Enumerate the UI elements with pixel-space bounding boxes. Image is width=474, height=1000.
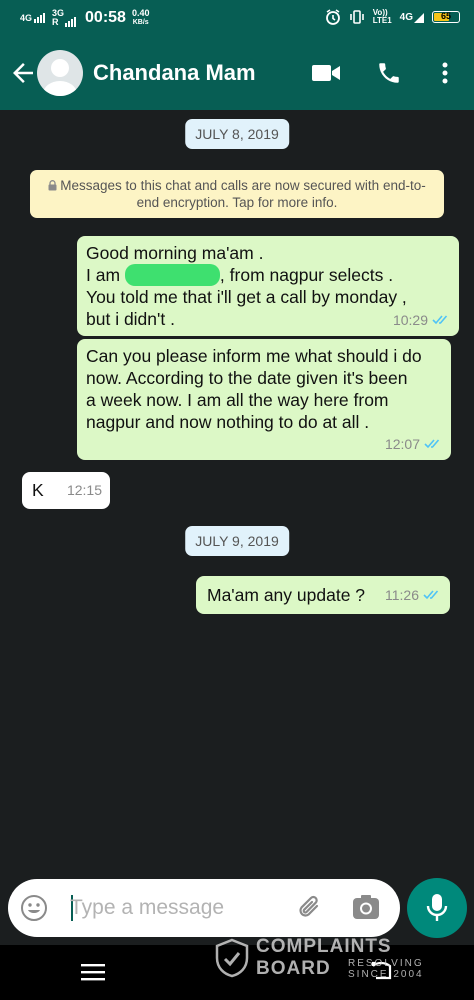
- encryption-notice[interactable]: Messages to this chat and calls are now …: [30, 170, 444, 218]
- message-bubble-outgoing[interactable]: Ma'am any update ? 11:26: [196, 576, 450, 614]
- back-arrow-icon[interactable]: [8, 58, 38, 88]
- redaction-blur: [124, 264, 220, 286]
- speed-unit: KB/s: [132, 19, 149, 26]
- network-label: 4G: [20, 13, 33, 23]
- message-line: I am , from nagpur selects .: [86, 264, 450, 286]
- message-meta: 12:07: [385, 433, 442, 455]
- chat-area[interactable]: JULY 8, 2019 Messages to this chat and c…: [0, 110, 474, 880]
- message-meta: 10:29: [393, 309, 450, 331]
- default-avatar-icon: [43, 59, 77, 96]
- message-text: I am: [86, 265, 121, 285]
- signal-icon-right: [414, 12, 424, 23]
- message-input[interactable]: Type a message: [70, 896, 224, 920]
- message-text: Ma'am any update ?: [207, 585, 366, 605]
- battery-level: 65: [440, 11, 451, 21]
- message-composer[interactable]: Type a message: [8, 879, 400, 937]
- message-line: now. According to the date given it's be…: [86, 368, 408, 388]
- message-bubble-outgoing[interactable]: Can you please inform me what should i d…: [77, 339, 451, 460]
- more-vert-icon[interactable]: [428, 56, 462, 90]
- message-bubble-incoming[interactable]: K 12:15: [22, 472, 110, 509]
- alarm-icon: [325, 9, 340, 25]
- encryption-notice-text: Messages to this chat and calls are now …: [60, 178, 426, 210]
- menu-icon[interactable]: [81, 963, 105, 986]
- status-left: 4G 3G R 00:58 0.40 KB/s: [20, 9, 149, 27]
- speed-value: 0.40: [131, 8, 150, 18]
- network-indicator-left2: 3G R: [52, 9, 79, 27]
- message-text: , from nagpur selects .: [219, 265, 394, 285]
- message-meta: 12:15: [67, 479, 102, 501]
- video-call-icon[interactable]: [309, 56, 343, 90]
- message-line: nagpur and now nothing to do at all .: [86, 412, 370, 432]
- message-line: You told me that i'll get a call by mond…: [86, 287, 407, 307]
- avatar[interactable]: [37, 50, 83, 96]
- mic-icon: [426, 894, 448, 921]
- read-ticks-icon: [432, 315, 448, 325]
- date-chip: JULY 9, 2019: [185, 526, 289, 556]
- emoji-icon[interactable]: [20, 894, 48, 927]
- battery-indicator: 65: [432, 11, 460, 23]
- lock-icon: [48, 180, 57, 191]
- message-line: a week now. I am all the way here from: [86, 390, 389, 410]
- watermark-line2: BOARD: [256, 958, 331, 979]
- volte-indicator: Vo)) LTE1: [373, 9, 392, 25]
- watermark-tag1: RESOLVING: [348, 958, 424, 969]
- message-time: 12:15: [66, 482, 102, 498]
- message-bubble-outgoing[interactable]: Good morning ma'am . I am , from nagpur …: [77, 236, 459, 336]
- message-line: Can you please inform me what should i d…: [86, 346, 422, 366]
- lte-label: LTE1: [372, 16, 392, 25]
- roaming-label: R: [52, 17, 59, 27]
- message-time: 12:07: [384, 436, 420, 452]
- attach-icon[interactable]: [295, 893, 325, 928]
- network-indicator-right: 4G: [400, 12, 424, 23]
- mic-button[interactable]: [407, 878, 467, 938]
- network-label-right: 4G: [399, 11, 413, 23]
- message-time: 10:29: [392, 312, 428, 328]
- status-bar: 4G 3G R 00:58 0.40 KB/s Vo)) LTE1 4G 65: [0, 0, 474, 38]
- message-meta: 11:26: [385, 584, 441, 606]
- network-indicator-left: 4G: [20, 13, 46, 23]
- message-time: 11:26: [385, 587, 419, 603]
- watermark: COMPLAINTS BOARD RESOLVING SINCE 2004: [212, 936, 428, 984]
- network-speed: 0.40 KB/s: [132, 9, 150, 27]
- message-line: Good morning ma'am .: [86, 243, 264, 263]
- message-text: K: [32, 480, 44, 500]
- read-ticks-icon: [423, 590, 439, 600]
- signal-icon: [34, 13, 46, 23]
- read-ticks-icon: [424, 439, 440, 449]
- status-time: 00:58: [85, 9, 126, 26]
- camera-icon[interactable]: [352, 894, 380, 925]
- shield-logo-icon: [215, 938, 249, 978]
- date-chip: JULY 8, 2019: [185, 119, 289, 149]
- contact-name[interactable]: Chandana Mam: [93, 60, 256, 86]
- watermark-line1: COMPLAINTS: [256, 936, 392, 957]
- vibrate-icon: [349, 10, 364, 24]
- chat-header: Chandana Mam: [0, 38, 474, 110]
- phone-icon[interactable]: [372, 56, 406, 90]
- signal-icon-2: [65, 17, 77, 27]
- watermark-tag2: SINCE 2004: [348, 969, 424, 980]
- status-right: Vo)) LTE1 4G 65: [325, 9, 460, 25]
